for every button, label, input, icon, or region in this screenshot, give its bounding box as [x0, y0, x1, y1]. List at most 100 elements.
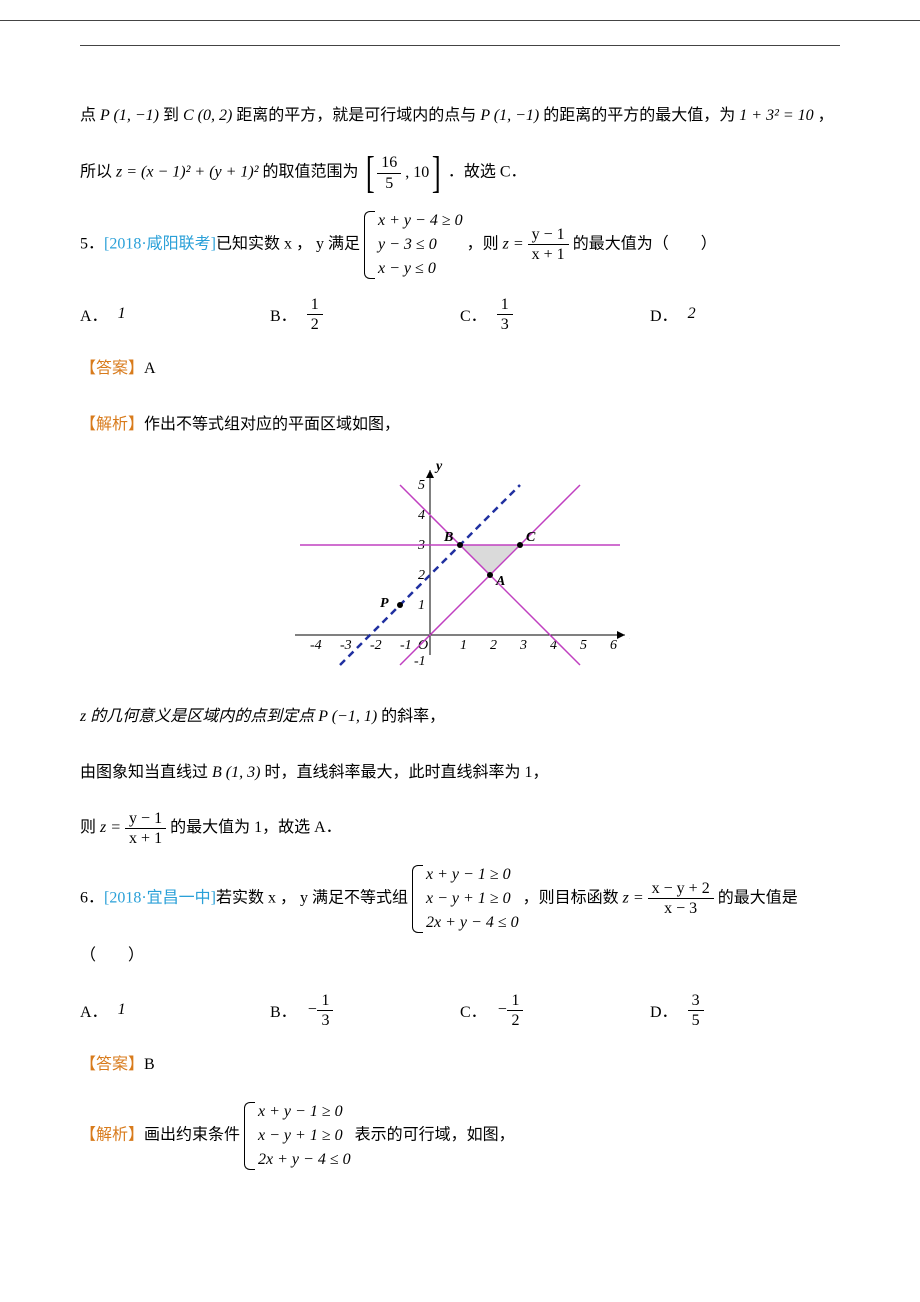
- constraint: 2x + y − 4 ≤ 0: [258, 1148, 351, 1172]
- numerator: x − y + 2: [648, 879, 714, 899]
- question-tail: 的最大值为（ ）: [573, 235, 717, 252]
- numerator: y − 1: [528, 225, 569, 245]
- denominator: 2: [507, 1011, 523, 1030]
- z-fraction: y − 1x + 1: [528, 225, 569, 264]
- answer-label: 【答案】: [80, 360, 144, 377]
- denominator: 2: [307, 315, 323, 334]
- constraint: x − y + 1 ≥ 0: [258, 1124, 351, 1148]
- point-a-label: A: [495, 574, 505, 589]
- feasible-region: [460, 545, 520, 575]
- z-fraction: x − y + 2x − 3: [648, 879, 714, 918]
- tick-label: 1: [460, 638, 467, 653]
- denominator: 5: [377, 174, 401, 193]
- tick-label: -2: [370, 638, 382, 653]
- numerator: 3: [688, 991, 704, 1011]
- option-label: D．: [650, 302, 678, 326]
- option-value: 1: [118, 305, 126, 323]
- point-p: P (1, −1): [480, 107, 539, 124]
- question-5: 5．[2018·咸阳联考]已知实数 x ， y 满足 x + y − 4 ≥ 0…: [80, 209, 840, 281]
- denominator: x + 1: [125, 829, 166, 848]
- y-axis-arrow: [426, 470, 434, 478]
- question-6-options: A．1 B．−13 C．−12 D．35: [80, 991, 840, 1030]
- question-5-options: A．1 B．12 C．13 D．2: [80, 295, 840, 334]
- text: ，则目标函数: [523, 890, 623, 907]
- denominator: x + 1: [528, 245, 569, 264]
- denominator: 3: [317, 1011, 333, 1030]
- y-axis-label: y: [434, 460, 443, 474]
- z-expression: z = (x − 1)² + (y + 1)²: [116, 163, 259, 180]
- explain-label: 【解析】: [80, 1126, 144, 1143]
- tick-label: -3: [340, 638, 352, 653]
- z-equals: z =: [623, 890, 648, 907]
- tick-label: -1: [414, 654, 426, 669]
- option-sign: −: [497, 1001, 508, 1019]
- question-5-answer: 【答案】A: [80, 348, 840, 390]
- option-value: 2: [688, 305, 696, 323]
- constraints-brace: x + y − 1 ≥ 0 x − y + 1 ≥ 0 2x + y − 4 ≤…: [244, 1100, 351, 1172]
- text: 所以: [80, 163, 116, 180]
- text: 的斜率，: [381, 708, 445, 725]
- question-text: 若实数 x ， y 满足不等式组: [216, 890, 412, 907]
- constraint: x + y − 1 ≥ 0: [258, 1100, 351, 1124]
- tick-label: 1: [418, 598, 425, 613]
- option-d: D． 2: [650, 295, 840, 334]
- question-5-explain-1: 【解析】作出不等式组对应的平面区域如图，: [80, 404, 840, 446]
- explain-label: 【解析】: [80, 416, 144, 433]
- text: 的取值范围为: [263, 163, 363, 180]
- point-c: [517, 542, 523, 548]
- tick-label: -1: [400, 638, 412, 653]
- text: 画出约束条件: [144, 1126, 244, 1143]
- answer-label: 【答案】: [80, 1056, 144, 1073]
- text: 时，直线斜率最大，此时直线斜率为 1，: [264, 764, 548, 781]
- constraint: 2x + y − 4 ≤ 0: [426, 911, 519, 935]
- option-label: C．: [460, 302, 487, 326]
- text: z 的几何意义是区域内的点到定点: [80, 708, 318, 725]
- numerator: 1: [307, 295, 323, 315]
- denominator: 3: [497, 315, 513, 334]
- tick-label: 4: [418, 508, 425, 523]
- point-c: C (0, 2): [183, 107, 232, 124]
- option-label: D．: [650, 998, 678, 1022]
- question-number: 5．: [80, 235, 104, 252]
- denominator: x − 3: [648, 899, 714, 918]
- text: 表示的可行域，如图，: [355, 1126, 515, 1143]
- point-p: P (−1, 1): [318, 708, 377, 725]
- x-axis-arrow: [617, 631, 625, 639]
- question-source: [2018·咸阳联考]: [104, 235, 216, 252]
- option-b: B．−13: [270, 991, 460, 1030]
- question-5-explain-4: 则 z = y − 1x + 1 的最大值为 1，故选 A．: [80, 807, 840, 849]
- point-p-label: P: [380, 596, 389, 611]
- text: ，: [818, 107, 834, 124]
- text: ，则: [467, 235, 503, 252]
- question-5-explain-3: 由图象知当直线过 B (1, 3) 时，直线斜率最大，此时直线斜率为 1，: [80, 752, 840, 794]
- interval: [ 165 , 10 ]: [363, 151, 444, 195]
- numerator: 1: [317, 991, 333, 1011]
- text: ．故选 C．: [448, 163, 527, 180]
- interval-hi: 10: [413, 164, 429, 181]
- option-label: C．: [460, 998, 487, 1022]
- constraint: x + y − 4 ≥ 0: [378, 209, 463, 233]
- explain-text: 作出不等式组对应的平面区域如图，: [144, 416, 400, 433]
- numerator: 1: [497, 295, 513, 315]
- text: 到: [163, 107, 183, 124]
- numerator: y − 1: [125, 809, 166, 829]
- point-b-label: B: [443, 530, 453, 545]
- option-label: B．: [270, 998, 297, 1022]
- tick-label: 3: [519, 638, 527, 653]
- z-fraction: y − 1x + 1: [125, 809, 166, 848]
- question-5-explain-2: z 的几何意义是区域内的点到定点 P (−1, 1) 的斜率，: [80, 696, 840, 738]
- constraint: x + y − 1 ≥ 0: [426, 863, 519, 887]
- option-c: C． 13: [460, 295, 650, 334]
- tick-label: 2: [418, 568, 425, 583]
- tick-label: 6: [610, 638, 617, 653]
- text: 由图象知当直线过: [80, 764, 212, 781]
- question-5-diagram: x y O -4 -3 -2 -1 1 2 3 4 5 6: [80, 460, 840, 681]
- prev-solution-line1: 点 P (1, −1) 到 C (0, 2) 距离的平方，就是可行域内的点与 P…: [80, 95, 840, 137]
- constraints-brace: x + y − 4 ≥ 0 y − 3 ≤ 0 x − y ≤ 0: [364, 209, 463, 281]
- question-number: 6．: [80, 890, 104, 907]
- option-a: A．1: [80, 991, 270, 1030]
- text: 距离的平方，就是可行域内的点与: [236, 107, 480, 124]
- option-d: D．35: [650, 991, 840, 1030]
- answer-value: A: [144, 360, 156, 377]
- constraints-brace: x + y − 1 ≥ 0 x − y + 1 ≥ 0 2x + y − 4 ≤…: [412, 863, 519, 935]
